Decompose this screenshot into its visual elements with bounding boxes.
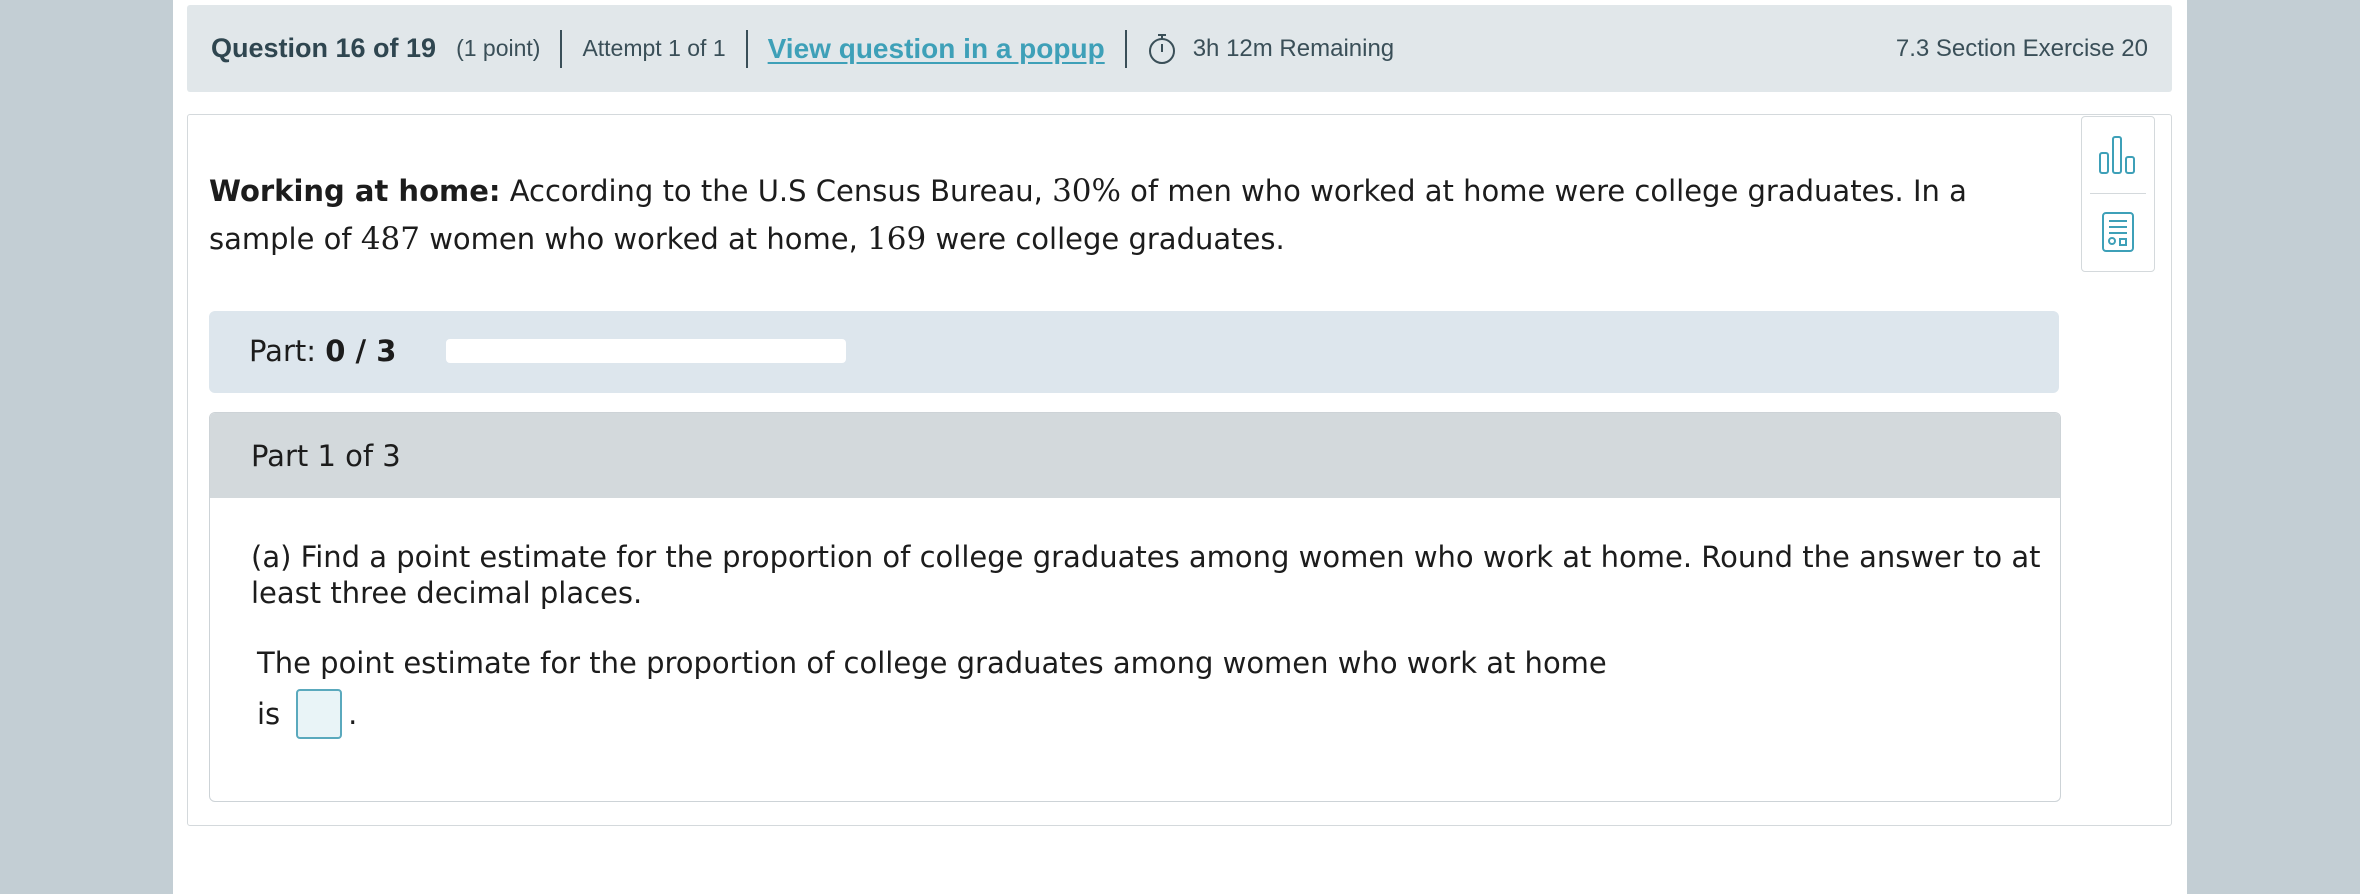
- part-title: Part 1 of 3: [210, 413, 2060, 498]
- part-progress-bar: Part: 0 / 3: [209, 311, 2059, 393]
- problem-text: were college graduates.: [926, 222, 1285, 256]
- answer-period: .: [348, 697, 358, 731]
- stopwatch-icon: [1148, 33, 1175, 64]
- part-panel: Part 1 of 3 (a) Find a point estimate fo…: [209, 412, 2061, 802]
- answer-sentence: The point estimate for the proportion of…: [257, 646, 1607, 680]
- question-points: (1 point): [456, 35, 541, 61]
- header-divider: [745, 29, 748, 68]
- answer-row: is .: [257, 689, 357, 739]
- part-progress-value: 0 / 3: [325, 334, 397, 368]
- answer-is-label: is: [257, 697, 281, 731]
- progress-track: [446, 339, 846, 363]
- attempt-counter: Attempt 1 of 1: [582, 35, 726, 61]
- answer-input[interactable]: [296, 689, 343, 739]
- question-title: Question 16 of 19: [211, 33, 437, 63]
- header-divider: [560, 29, 563, 68]
- part-progress-label: Part: 0 / 3: [249, 334, 397, 368]
- calculator-icon[interactable]: [2082, 197, 2154, 267]
- section-label: 7.3 Section Exercise 20: [1895, 34, 2148, 62]
- timer-text: 3h 12m Remaining: [1192, 34, 1395, 62]
- percent-value: 30%: [1052, 173, 1121, 209]
- bar-chart-icon[interactable]: [2082, 120, 2154, 190]
- timer: 3h 12m Remaining: [1147, 33, 1394, 65]
- view-popup-link[interactable]: View question in a popup: [768, 33, 1105, 65]
- question-header: Question 16 of 19 (1 point) Attempt 1 of…: [187, 5, 2172, 92]
- tool-divider: [2090, 193, 2146, 194]
- question-card: Working at home: According to the U.S Ce…: [187, 114, 2172, 826]
- problem-lead: Working at home:: [209, 174, 501, 208]
- tool-panel: [2081, 116, 2155, 272]
- page: Question 16 of 19 (1 point) Attempt 1 of…: [173, 0, 2187, 894]
- part-prompt: (a) Find a point estimate for the propor…: [251, 540, 2041, 610]
- problem-statement: Working at home: According to the U.S Ce…: [209, 167, 2059, 263]
- sample-size-value: 487: [360, 221, 420, 257]
- problem-text: women who worked at home,: [420, 222, 868, 256]
- header-divider: [1124, 29, 1127, 68]
- problem-text: According to the U.S Census Bureau,: [500, 174, 1053, 208]
- graduates-value: 169: [867, 221, 927, 257]
